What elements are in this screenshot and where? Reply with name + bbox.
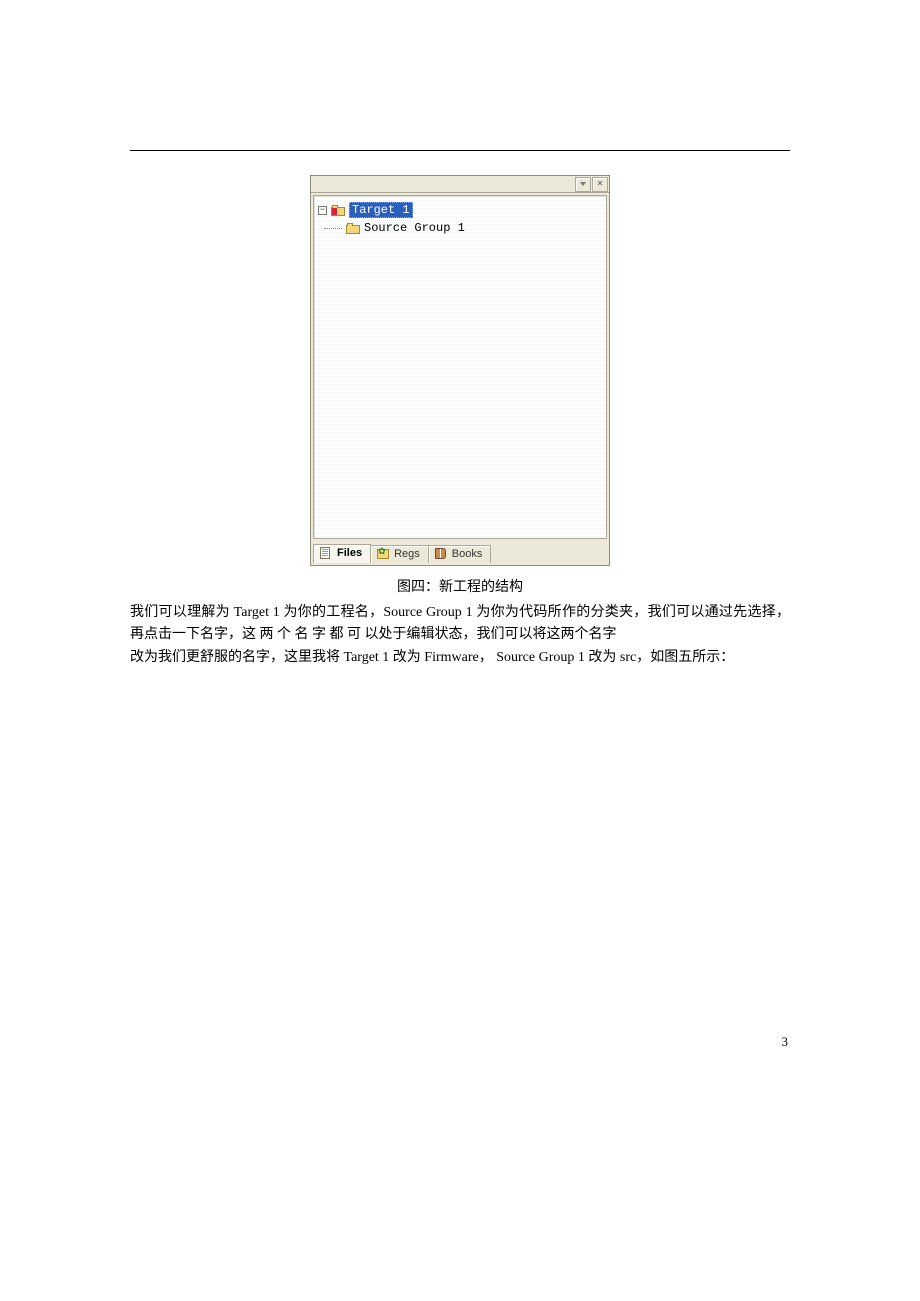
group-label[interactable]: Source Group 1 <box>364 221 465 235</box>
panel-titlebar: ✕ <box>311 176 609 193</box>
tab-regs-label: Regs <box>394 548 420 560</box>
tree-connector <box>324 228 342 229</box>
paragraph-2: 改为我们更舒服的名字，这里我将 Target 1 改为 Firmware， So… <box>130 647 790 669</box>
page-number: 3 <box>782 1034 789 1050</box>
collapse-icon[interactable]: − <box>318 206 327 215</box>
dropdown-button[interactable] <box>575 177 591 192</box>
tab-books-label: Books <box>452 548 483 560</box>
close-button[interactable]: ✕ <box>592 177 608 192</box>
tab-files-label: Files <box>337 547 362 559</box>
tab-files[interactable]: Files <box>313 544 371 563</box>
tree-node-group[interactable]: Source Group 1 <box>318 220 602 236</box>
figure-container: ✕ − Target 1 Source Group 1 Files <box>130 175 790 566</box>
project-panel: ✕ − Target 1 Source Group 1 Files <box>310 175 610 566</box>
document-page: ✕ − Target 1 Source Group 1 Files <box>0 0 920 1110</box>
close-icon: ✕ <box>597 180 604 188</box>
target-folder-icon <box>331 205 345 216</box>
group-folder-icon <box>346 223 360 234</box>
tree-node-target[interactable]: − Target 1 <box>318 202 602 218</box>
files-icon <box>320 547 333 559</box>
tab-regs[interactable]: Regs <box>370 545 429 563</box>
target-label[interactable]: Target 1 <box>349 202 413 218</box>
paragraph-1: 我们可以理解为 Target 1 为你的工程名，Source Group 1 为… <box>130 602 790 645</box>
regs-icon <box>377 548 390 560</box>
figure-caption: 图四：新工程的结构 <box>130 576 790 596</box>
project-tree[interactable]: − Target 1 Source Group 1 <box>313 195 607 539</box>
header-rule <box>130 150 790 151</box>
panel-tabs: Files Regs Books <box>313 541 607 563</box>
chevron-down-icon <box>580 182 586 186</box>
tab-books[interactable]: Books <box>428 545 492 563</box>
books-icon <box>435 548 448 560</box>
